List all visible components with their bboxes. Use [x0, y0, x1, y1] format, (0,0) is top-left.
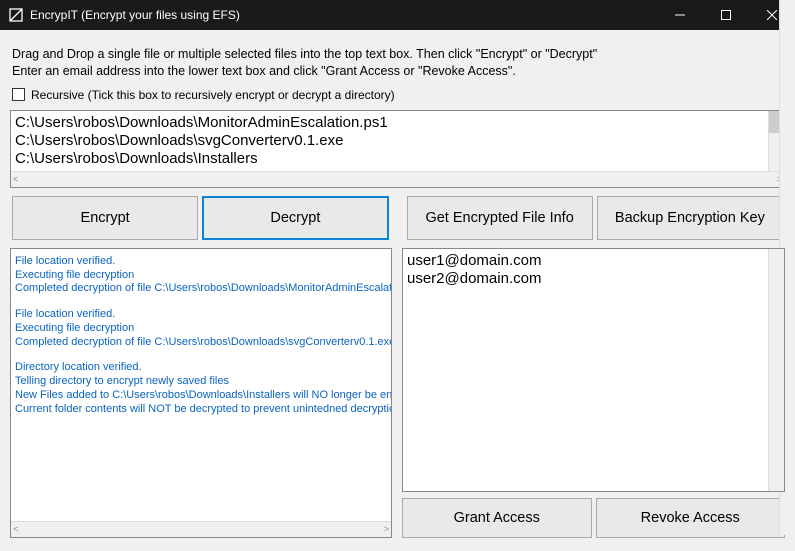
backup-key-button[interactable]: Backup Encryption Key [597, 196, 783, 240]
log-line: Completed decryption of file C:\Users\ro… [15, 336, 373, 350]
log-line: New Files added to C:\Users\robos\Downlo… [15, 389, 373, 403]
file-hscroll[interactable]: <> [11, 171, 784, 187]
recursive-row[interactable]: Recursive (Tick this box to recursively … [12, 88, 783, 102]
log-hscroll[interactable]: <> [11, 521, 391, 537]
instructions-text: Drag and Drop a single file or multiple … [12, 46, 783, 80]
recursive-checkbox[interactable] [12, 88, 25, 101]
email-line: user2@domain.com [407, 270, 766, 288]
revoke-access-button[interactable]: Revoke Access [596, 498, 786, 538]
decrypt-button[interactable]: Decrypt [202, 196, 388, 240]
log-line: Executing file decryption [15, 322, 373, 336]
file-line: C:\Users\robos\Downloads\MonitorAdminEsc… [15, 114, 766, 132]
log-line: Executing file decryption [15, 269, 373, 283]
app-icon [8, 7, 24, 23]
file-line: C:\Users\robos\Downloads\Installers [15, 150, 766, 168]
log-line: Directory location verified. [15, 361, 373, 375]
window-title: EncrypIT (Encrypt your files using EFS) [30, 8, 657, 22]
email-vscroll[interactable] [768, 249, 784, 491]
log-line [15, 296, 373, 308]
grant-access-button[interactable]: Grant Access [402, 498, 592, 538]
email-textbox[interactable]: user1@domain.com user2@domain.com [402, 248, 785, 492]
file-line: C:\Users\robos\Downloads\svgConverterv0.… [15, 132, 766, 150]
main-button-row: Encrypt Decrypt Get Encrypted File Info … [10, 194, 785, 242]
recursive-label: Recursive (Tick this box to recursively … [31, 88, 395, 102]
log-line: Completed decryption of file C:\Users\ro… [15, 282, 373, 296]
log-line: File location verified. [15, 308, 373, 322]
email-line: user1@domain.com [407, 252, 766, 270]
instructions-line1: Drag and Drop a single file or multiple … [12, 46, 783, 63]
log-line [15, 349, 373, 361]
encrypt-button[interactable]: Encrypt [12, 196, 198, 240]
log-textbox[interactable]: File location verified.Executing file de… [10, 248, 392, 538]
titlebar: EncrypIT (Encrypt your files using EFS) [0, 0, 795, 30]
log-line: Current folder contents will NOT be decr… [15, 403, 373, 417]
log-line: Telling directory to encrypt newly saved… [15, 375, 373, 389]
log-line: File location verified. [15, 255, 373, 269]
instructions-line2: Enter an email address into the lower te… [12, 63, 783, 80]
minimize-button[interactable] [657, 0, 703, 30]
file-textbox[interactable]: C:\Users\robos\Downloads\MonitorAdminEsc… [10, 110, 785, 188]
get-info-button[interactable]: Get Encrypted File Info [407, 196, 593, 240]
maximize-button[interactable] [703, 0, 749, 30]
